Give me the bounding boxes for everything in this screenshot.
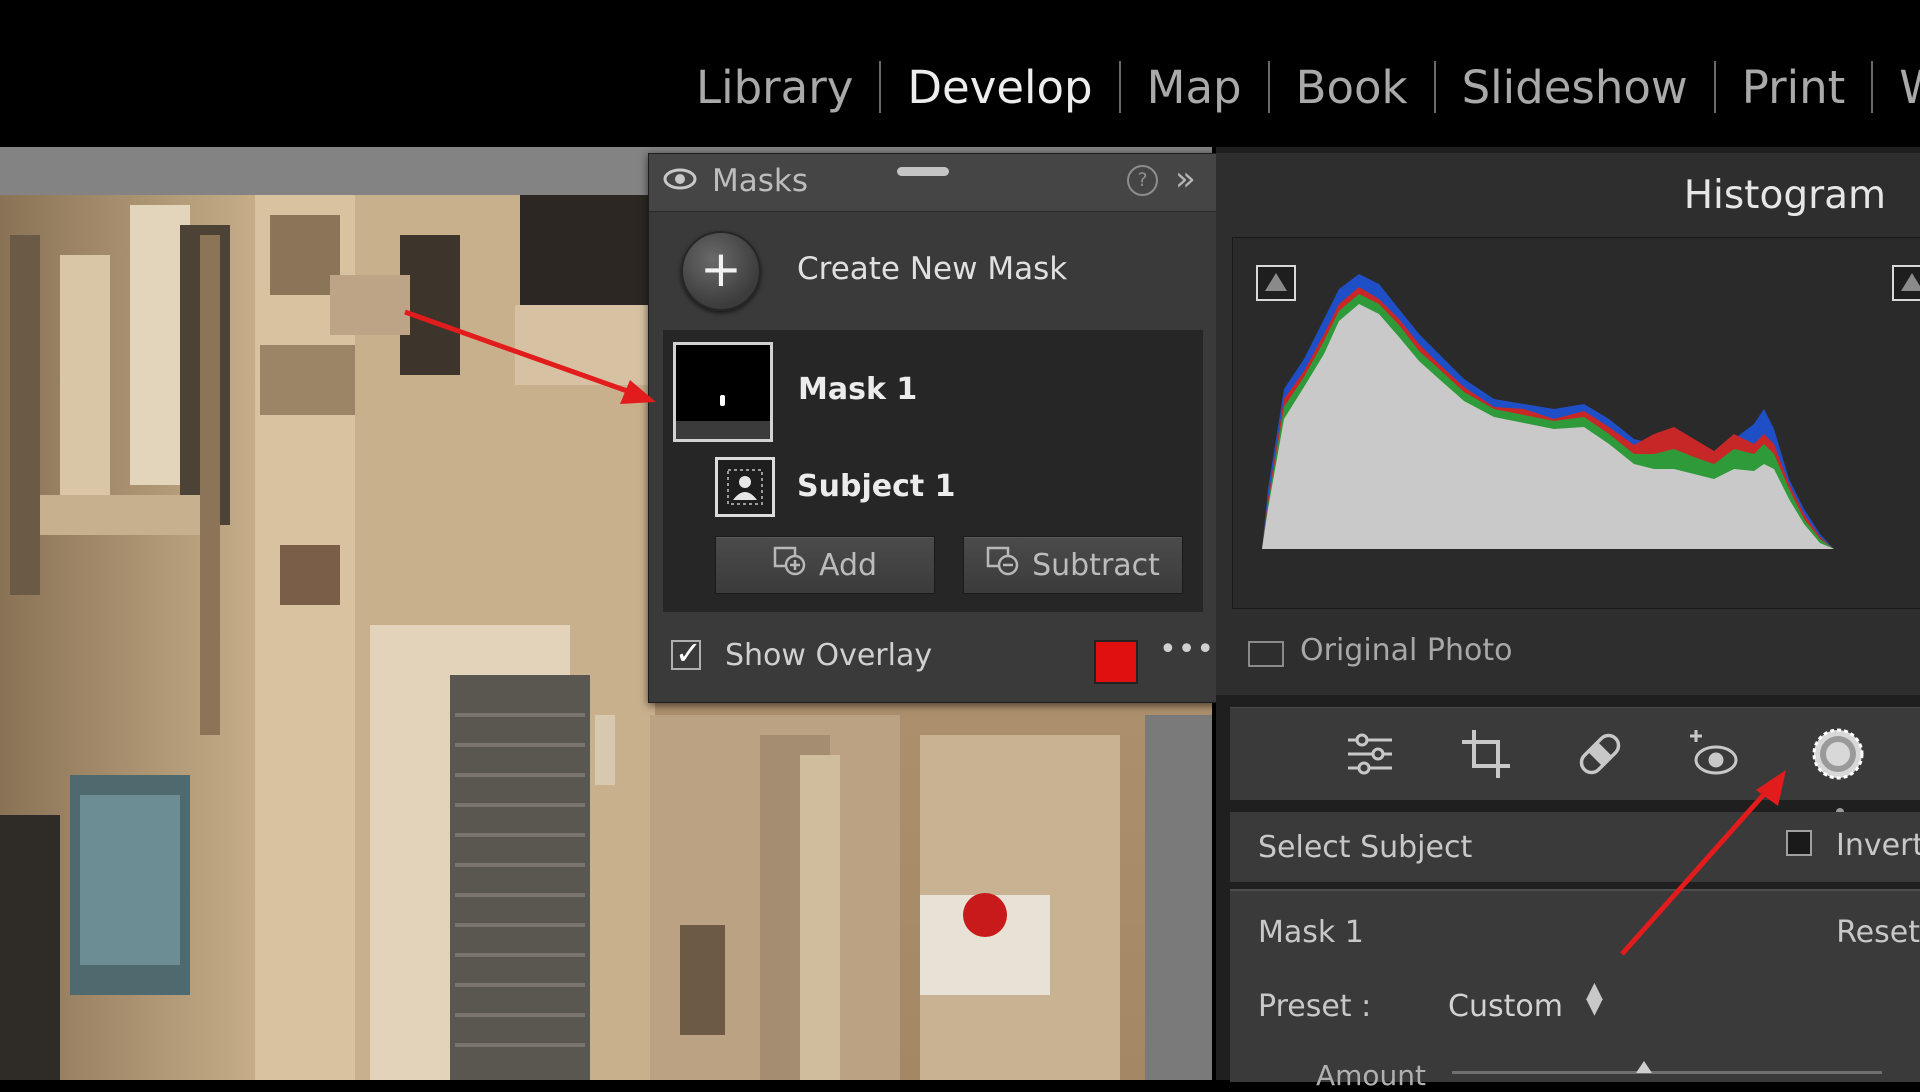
tool-strip — [1230, 707, 1920, 816]
help-icon[interactable]: ? — [1127, 165, 1158, 196]
masking-icon[interactable] — [1810, 726, 1866, 782]
select-subject-row: Select Subject Invert — [1230, 812, 1920, 882]
module-map[interactable]: Map — [1121, 61, 1268, 114]
module-develop[interactable]: Develop — [881, 61, 1118, 114]
collapse-panel-icon[interactable]: » — [1175, 159, 1196, 199]
create-new-mask-label[interactable]: Create New Mask — [797, 251, 1067, 287]
preset-label: Preset : — [1258, 989, 1372, 1024]
show-overlay-checkbox[interactable]: ✓ — [671, 634, 702, 672]
histogram-graph[interactable] — [1254, 259, 1920, 549]
select-subject-label[interactable]: Select Subject — [1258, 830, 1472, 865]
subtract-button-label: Subtract — [1032, 547, 1160, 583]
invert-label[interactable]: Invert — [1836, 828, 1920, 863]
add-button[interactable]: Add — [715, 536, 935, 594]
module-nav: Library Develop Map Book Slideshow Print… — [670, 52, 1920, 122]
module-book[interactable]: Book — [1270, 61, 1434, 114]
original-photo-checkbox[interactable] — [1248, 641, 1284, 667]
show-overlay-label[interactable]: Show Overlay — [725, 638, 932, 673]
right-panel: Histogram Original Photo Select Subject … — [1216, 147, 1920, 1092]
mask-name[interactable]: Mask 1 — [798, 372, 917, 407]
red-eye-icon[interactable] — [1686, 726, 1742, 782]
more-options-icon[interactable]: ••• — [1159, 632, 1215, 667]
shadow-clipping-icon[interactable] — [1256, 265, 1296, 301]
updown-chevron-icon[interactable]: ▲ ▼ — [1586, 980, 1603, 1018]
preset-dropdown[interactable]: Custom — [1448, 989, 1563, 1024]
add-button-label: Add — [818, 547, 878, 583]
amount-slider-thumb[interactable] — [1636, 1061, 1652, 1073]
drag-handle[interactable] — [897, 167, 949, 176]
edit-sliders-icon[interactable] — [1342, 726, 1398, 782]
show-overlay-row: ✓ Show Overlay ••• — [649, 624, 1217, 702]
histogram-panel: Histogram Original Photo — [1216, 153, 1920, 695]
subtract-button[interactable]: Subtract — [963, 536, 1183, 594]
overlay-color-swatch[interactable] — [1094, 640, 1138, 684]
module-picker-bar: Library Develop Map Book Slideshow Print… — [0, 0, 1920, 147]
mask-thumbnail[interactable] — [673, 342, 773, 442]
add-mask-icon — [773, 546, 807, 584]
masks-panel-header[interactable]: Masks ? » — [649, 154, 1217, 212]
original-photo-label[interactable]: Original Photo — [1300, 633, 1513, 668]
healing-icon[interactable] — [1572, 726, 1628, 782]
subject-icon[interactable] — [715, 457, 775, 517]
module-slideshow[interactable]: Slideshow — [1436, 61, 1714, 114]
histogram-title[interactable]: Histogram — [1684, 173, 1886, 218]
module-web[interactable]: Web — [1873, 61, 1920, 114]
subtract-mask-icon — [986, 546, 1020, 584]
masks-panel-title: Masks — [712, 163, 808, 199]
original-photo-row: Original Photo — [1216, 613, 1920, 695]
highlight-clipping-icon[interactable] — [1892, 265, 1920, 301]
mask-component-name[interactable]: Subject 1 — [797, 469, 956, 504]
invert-checkbox[interactable] — [1786, 830, 1812, 856]
create-new-mask-button[interactable]: + — [681, 231, 761, 311]
amount-slider[interactable] — [1452, 1071, 1882, 1074]
eye-icon[interactable] — [663, 168, 697, 194]
crop-icon[interactable] — [1458, 726, 1514, 782]
mask-properties-name: Mask 1 — [1258, 915, 1364, 950]
masks-panel: Masks ? » + Create New Mask Mask 1 Subje… — [648, 153, 1218, 703]
amount-label: Amount — [1316, 1059, 1427, 1092]
reset-button[interactable]: Reset — [1836, 915, 1920, 950]
mask-list: Mask 1 Subject 1 Add Subtract — [663, 330, 1203, 612]
mask-properties-panel: Mask 1 Reset Preset : Custom ▲ ▼ Amount — [1230, 889, 1920, 1092]
module-library[interactable]: Library — [670, 61, 879, 114]
create-new-mask-row[interactable]: + Create New Mask — [649, 211, 1217, 331]
module-print[interactable]: Print — [1716, 61, 1872, 114]
